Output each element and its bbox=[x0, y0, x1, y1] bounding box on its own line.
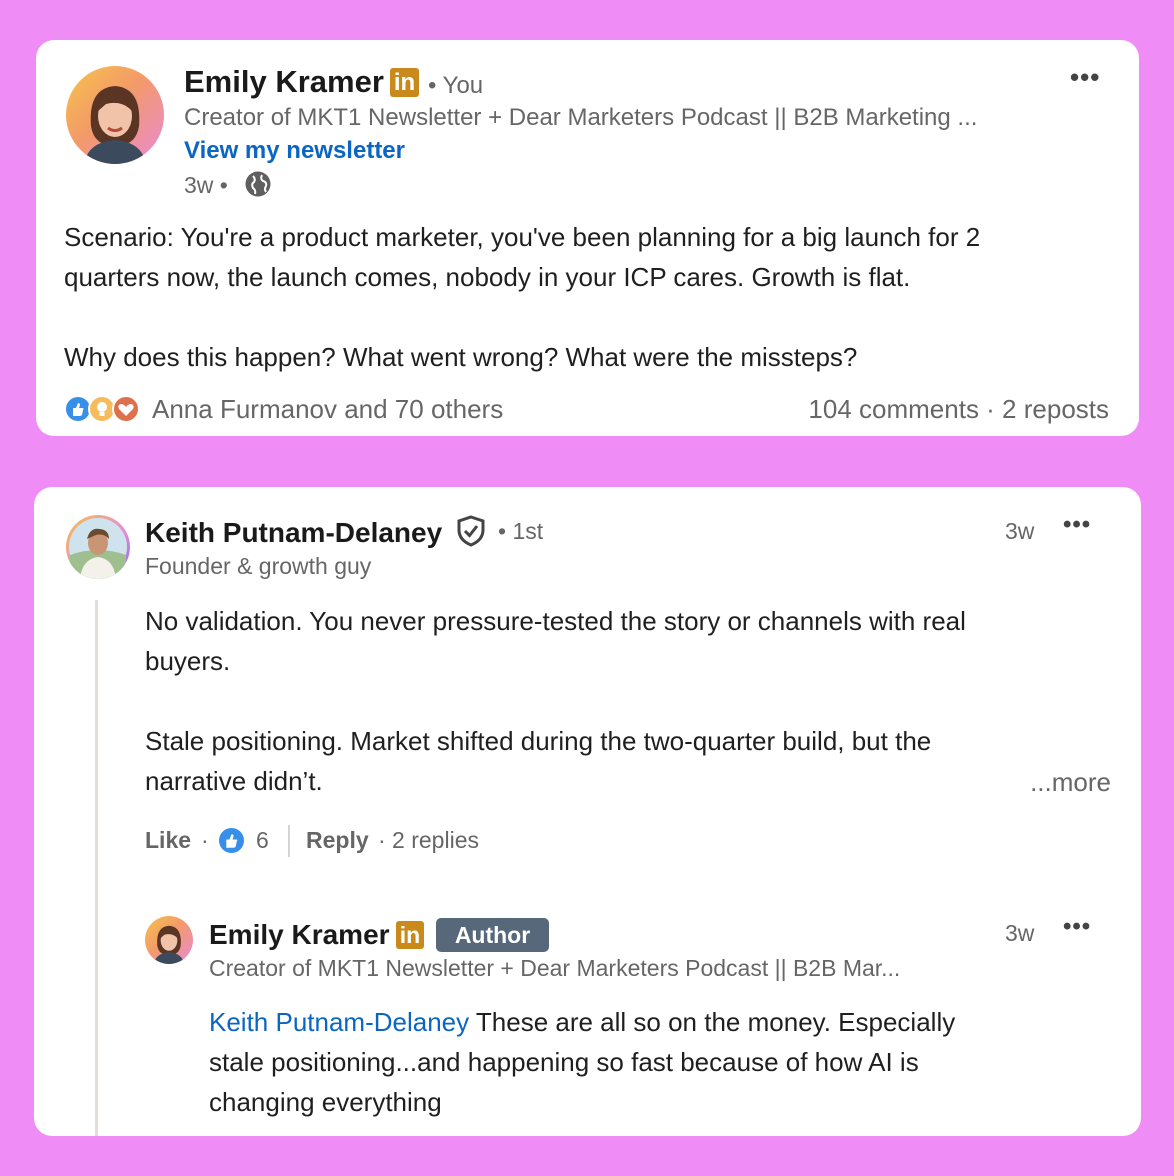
mention-link[interactable]: Keith Putnam-Delaney bbox=[209, 1007, 469, 1037]
post-body-line: Why does this happen? What went wrong? W… bbox=[64, 342, 858, 372]
avatar-photo bbox=[69, 518, 127, 579]
reply-body-line: stale positioning...and happening so fas… bbox=[209, 1047, 919, 1077]
comment-body-line: No validation. You never pressure-tested… bbox=[145, 606, 966, 636]
love-icon bbox=[112, 395, 140, 423]
author-relation: • You bbox=[428, 72, 484, 99]
reaction-icons[interactable] bbox=[64, 395, 144, 425]
globe-icon bbox=[244, 170, 272, 203]
like-count[interactable]: 6 bbox=[256, 827, 269, 854]
reply-author-headline: Creator of MKT1 Newsletter + Dear Market… bbox=[209, 955, 901, 981]
author-badge: Author bbox=[436, 918, 549, 952]
comment-thread-card: Keith Putnam-Delaney • 1st 3w ••• Founde… bbox=[34, 487, 1141, 1136]
reply-author-avatar[interactable] bbox=[145, 916, 193, 964]
reply-body-line: changing everything bbox=[209, 1087, 442, 1117]
reaction-summary[interactable]: Anna Furmanov and 70 others bbox=[152, 394, 503, 425]
commenter-headline: Founder & growth guy bbox=[145, 553, 372, 579]
replies-count[interactable]: · 2 replies bbox=[378, 827, 479, 854]
post-body: Scenario: You're a product marketer, you… bbox=[64, 217, 980, 377]
comment-body-line: Stale positioning. Market shifted during… bbox=[145, 726, 932, 756]
reply-menu-button[interactable]: ••• bbox=[1063, 913, 1091, 941]
view-newsletter-link[interactable]: View my newsletter bbox=[184, 137, 405, 165]
post-card: Emily Kramer in • You ••• Creator of MKT… bbox=[36, 40, 1139, 436]
linkedin-premium-icon: in bbox=[396, 921, 424, 949]
reply-time: 3w bbox=[1005, 920, 1035, 946]
linkedin-premium-icon: in bbox=[390, 68, 419, 97]
like-reaction-icon[interactable] bbox=[217, 826, 246, 855]
reply-button[interactable]: Reply bbox=[306, 827, 369, 854]
comment-body-line: narrative didn’t. bbox=[145, 766, 323, 796]
comment-body: No validation. You never pressure-tested… bbox=[145, 601, 966, 801]
comment-menu-button[interactable]: ••• bbox=[1063, 511, 1091, 539]
author-headline: Creator of MKT1 Newsletter + Dear Market… bbox=[184, 104, 978, 131]
reply-author-name[interactable]: Emily Kramer bbox=[209, 919, 390, 951]
commenter-name[interactable]: Keith Putnam-Delaney bbox=[145, 517, 442, 549]
reply-body: Keith Putnam-Delaney These are all so on… bbox=[209, 1002, 955, 1122]
comment-body-line: buyers. bbox=[145, 646, 231, 676]
post-time: 3w • bbox=[184, 172, 228, 198]
post-stats[interactable]: 104 comments · 2 reposts bbox=[808, 394, 1109, 425]
comment-time: 3w bbox=[1005, 518, 1035, 544]
commenter-avatar[interactable] bbox=[66, 515, 130, 579]
reply-body-text: These are all so on the money. Especiall… bbox=[469, 1007, 956, 1037]
action-divider bbox=[288, 825, 290, 857]
avatar-photo bbox=[84, 86, 146, 164]
like-button[interactable]: Like bbox=[145, 827, 191, 854]
verified-shield-icon bbox=[456, 515, 486, 552]
connection-degree: • 1st bbox=[498, 518, 544, 544]
post-body-line: quarters now, the launch comes, nobody i… bbox=[64, 262, 911, 292]
avatar-photo bbox=[153, 925, 185, 964]
author-name[interactable]: Emily Kramer bbox=[184, 64, 384, 100]
see-more-link[interactable]: ...more bbox=[1030, 767, 1111, 798]
post-menu-button[interactable]: ••• bbox=[1070, 62, 1100, 93]
author-avatar[interactable] bbox=[66, 66, 164, 164]
post-body-line: Scenario: You're a product marketer, you… bbox=[64, 222, 981, 252]
thread-line bbox=[95, 600, 98, 1136]
separator: · bbox=[201, 827, 209, 853]
